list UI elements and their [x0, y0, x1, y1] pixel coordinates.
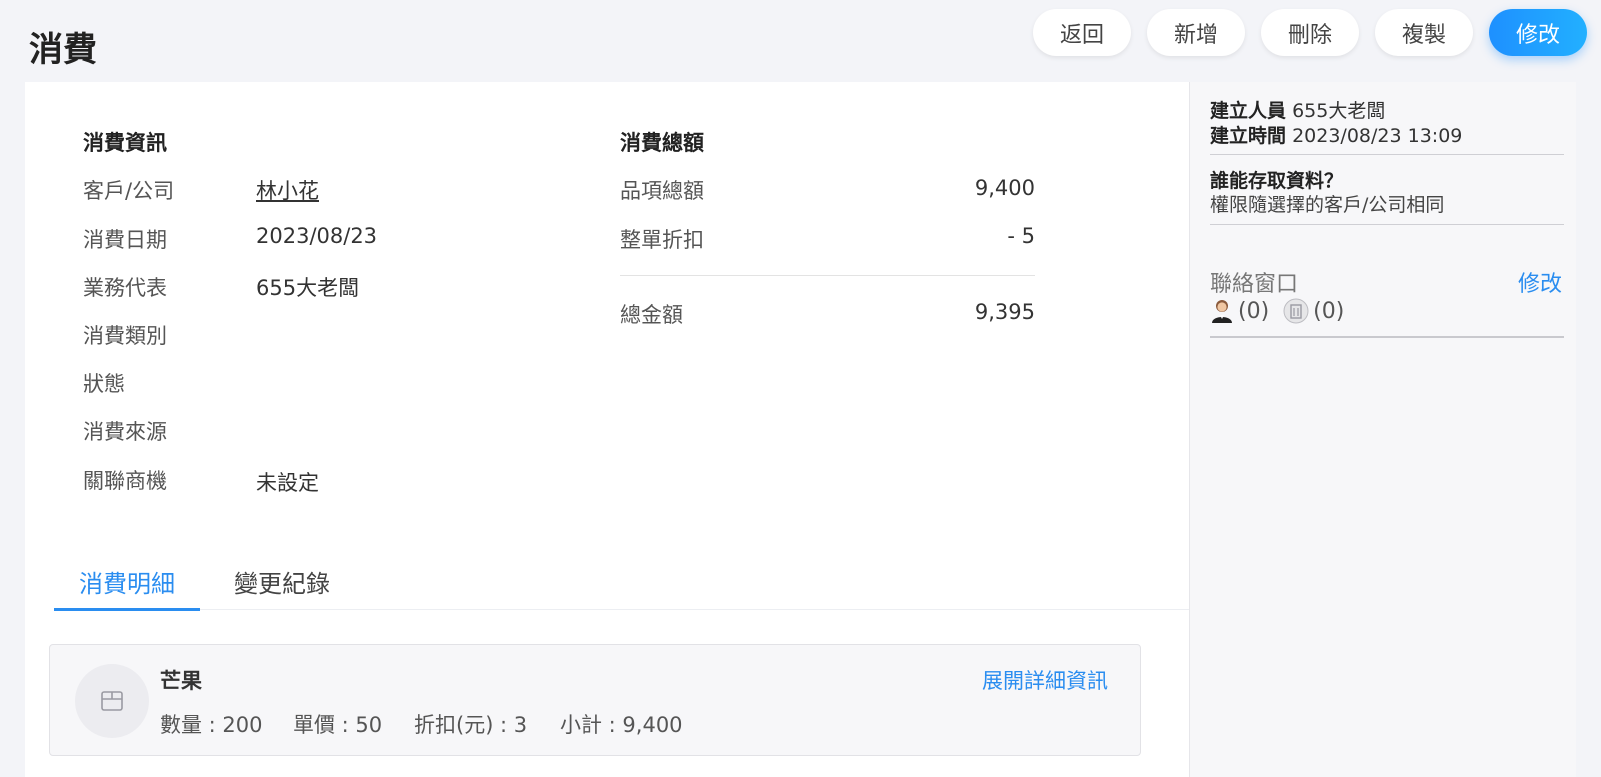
field-label-category: 消費類別: [83, 324, 167, 348]
creator-value: 655大老闆: [1292, 100, 1386, 122]
side-panel: 建立人員 655大老闆 建立時間 2023/08/23 13:09 誰能存取資料…: [1189, 82, 1576, 777]
field-value-sales-rep: 655大老闆: [256, 276, 360, 300]
field-label-status: 狀態: [83, 372, 125, 396]
item-thumbnail: [75, 664, 149, 738]
summary-section-title: 消費總額: [620, 131, 704, 155]
tab-change-log[interactable]: 變更紀錄: [234, 558, 330, 610]
customer-link[interactable]: 林小花: [256, 175, 319, 205]
item-unit-price: 單價 : 50: [293, 713, 383, 737]
summary-divider: [620, 275, 1035, 276]
add-button[interactable]: 新增: [1147, 9, 1245, 56]
item-quantity: 數量 : 200: [160, 713, 263, 737]
page-title: 消費: [29, 30, 97, 70]
delete-button[interactable]: 刪除: [1261, 9, 1359, 56]
box-icon: [101, 691, 123, 711]
person-count: (0): [1238, 298, 1270, 324]
created-time-row: 建立時間 2023/08/23 13:09: [1210, 121, 1462, 148]
items-total-label: 品項總額: [620, 179, 704, 203]
field-label-customer: 客戶/公司: [83, 179, 175, 203]
grand-total-label: 總金額: [620, 303, 683, 327]
field-label-date: 消費日期: [83, 228, 167, 252]
field-value-date: 2023/08/23: [256, 224, 378, 248]
expand-details-link[interactable]: 展開詳細資訊: [982, 665, 1108, 695]
list-item: 芒果 展開詳細資訊 數量 : 200 單價 : 50 折扣(元) : 3 小計 …: [49, 644, 1141, 756]
copy-button[interactable]: 複製: [1375, 9, 1473, 56]
discount-label: 整單折扣: [620, 228, 704, 252]
detail-tabs: 消費明細 變更紀錄: [54, 558, 1189, 611]
toolbar: 返回 新增 刪除 複製 修改: [1033, 9, 1587, 56]
building-icon: [1283, 298, 1309, 324]
info-section-title: 消費資訊: [83, 131, 167, 155]
item-subtotal: 小計 : 9,400: [560, 713, 683, 737]
side-divider: [1210, 336, 1564, 338]
edit-button[interactable]: 修改: [1489, 9, 1587, 56]
field-value-opportunity: 未設定: [256, 471, 319, 495]
main-card: 消費資訊 客戶/公司 林小花 消費日期 2023/08/23 業務代表 655大…: [25, 82, 1189, 777]
item-name: 芒果: [160, 669, 202, 693]
items-total-value: 9,400: [974, 176, 1035, 200]
contact-counts: (0) (0): [1210, 298, 1344, 324]
side-divider: [1210, 154, 1564, 155]
tab-consumption-detail[interactable]: 消費明細: [54, 558, 200, 611]
field-label-sales-rep: 業務代表: [83, 276, 167, 300]
access-description: 權限隨選擇的客戶/公司相同: [1210, 194, 1445, 216]
contact-title: 聯絡窗口: [1210, 272, 1299, 297]
access-title-text: 誰能存取資料？: [1210, 170, 1344, 192]
creator-row: 建立人員 655大老闆: [1210, 96, 1385, 123]
created-time-value: 2023/08/23 13:09: [1292, 125, 1463, 147]
back-button[interactable]: 返回: [1033, 9, 1131, 56]
field-label-source: 消費來源: [83, 420, 167, 444]
access-title: 誰能存取資料？: [1210, 166, 1343, 193]
created-time-label: 建立時間: [1210, 125, 1287, 147]
field-label-opportunity: 關聯商機: [83, 469, 167, 493]
contact-edit-link[interactable]: 修改: [1518, 266, 1562, 298]
company-count: (0): [1313, 298, 1345, 324]
grand-total-value: 9,395: [974, 300, 1035, 324]
discount-value: - 5: [1007, 224, 1035, 248]
creator-label: 建立人員: [1210, 100, 1287, 122]
item-discount: 折扣(元) : 3: [414, 713, 528, 737]
side-divider: [1210, 224, 1564, 225]
person-icon: [1212, 300, 1232, 323]
